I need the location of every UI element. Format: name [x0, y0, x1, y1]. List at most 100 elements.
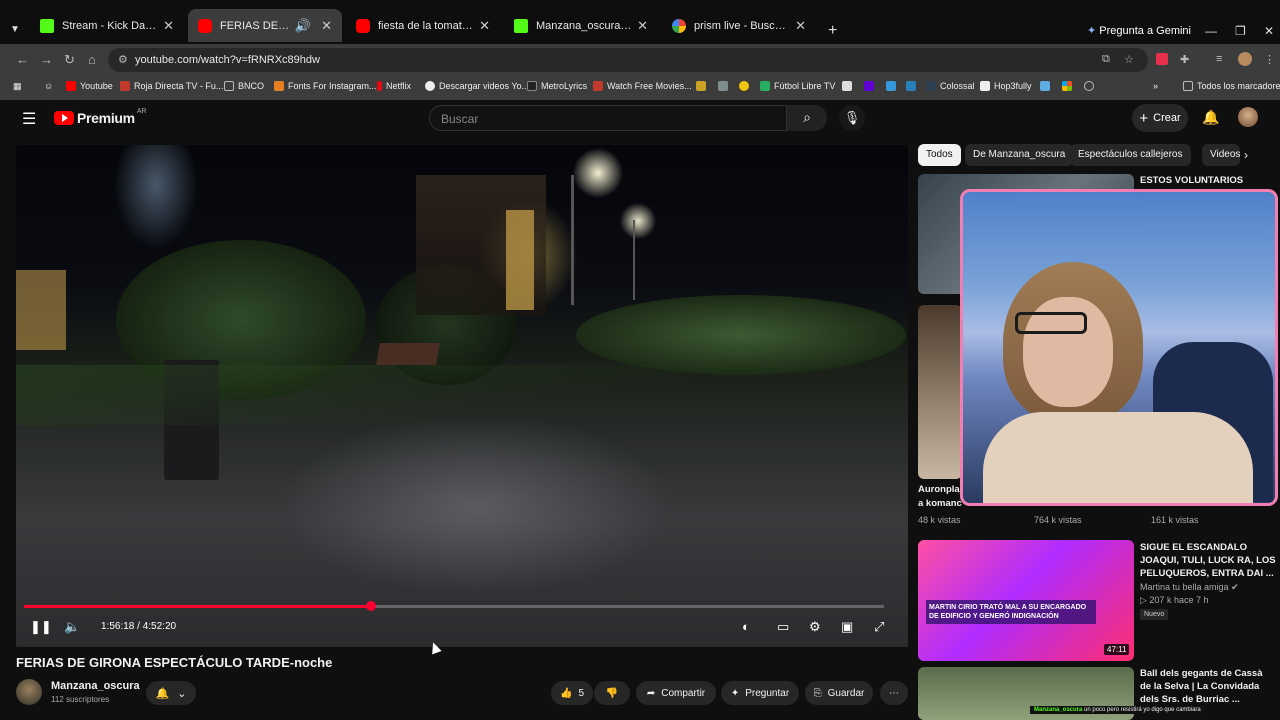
recommendation-title[interactable]: SIGUE EL ESCANDALO JOAQUI, TULI, LUCK RA… — [1140, 541, 1276, 580]
new-tab-button[interactable]: + — [828, 22, 837, 40]
fullscreen-icon[interactable]: ⤢ — [874, 619, 884, 635]
bookmark-colossal[interactable]: Colossal — [926, 81, 975, 91]
bookmark-misc-8[interactable] — [1084, 81, 1098, 91]
tab-search-chevron-icon[interactable]: ▼ — [10, 24, 20, 35]
yahoo-icon — [864, 81, 874, 91]
search-input[interactable]: Buscar — [429, 105, 787, 131]
url-field[interactable]: ⚙ youtube.com/watch?v=fRNRXc89hdw — [108, 48, 1148, 72]
speaker-icon[interactable]: 🔊 — [295, 18, 311, 34]
bookmark-star-icon[interactable]: ☆ — [1124, 53, 1134, 66]
bookmark-misc-1[interactable] — [696, 81, 710, 91]
channel-name[interactable]: Manzana_oscura — [51, 680, 140, 692]
browser-tab-kick-clips[interactable]: Manzana_oscura Clips - Watch ✕ — [504, 9, 658, 42]
bookmark-misc-7[interactable] — [1040, 81, 1054, 91]
browser-tab-tomatina[interactable]: fiesta de la tomatina - YouTube ✕ — [346, 9, 500, 42]
bookmark-yahoo[interactable] — [864, 81, 878, 91]
colossal-icon — [926, 81, 936, 91]
channel-avatar[interactable] — [16, 679, 42, 705]
bookmark-netflix[interactable]: Netflix — [377, 81, 411, 91]
bookmark-fonts[interactable]: Fonts For Instagram... — [274, 81, 377, 91]
close-tab-icon[interactable]: ✕ — [795, 18, 806, 34]
bookmark-misc-4[interactable] — [842, 81, 856, 91]
video-progress-bar[interactable] — [24, 601, 884, 611]
bookmark-futbol-libre[interactable]: Fútbol Libre TV — [760, 81, 835, 91]
extension-red-icon[interactable] — [1156, 53, 1168, 65]
volume-icon[interactable]: 🔈 — [64, 619, 80, 635]
bookmark-descargar[interactable]: Descargar videos Yo... — [425, 81, 529, 91]
more-actions-button[interactable]: ⋯ — [880, 681, 908, 705]
close-tab-icon[interactable]: ✕ — [637, 18, 648, 34]
menu-icon[interactable]: ☰ — [22, 109, 36, 129]
youtube-logo[interactable]: Premium AR — [54, 107, 147, 126]
recommendation-title[interactable]: Auronpla — [918, 483, 962, 496]
back-icon[interactable]: ← — [16, 52, 29, 67]
bookmark-misc-6[interactable] — [906, 81, 920, 91]
apps-grid-icon[interactable]: ▦ — [13, 81, 22, 92]
share-button[interactable]: ➦ Compartir — [636, 681, 716, 705]
subscribed-notifications-button[interactable]: 🔔 ⌄ — [146, 681, 196, 705]
recommendation-title[interactable]: Ball dels gegants de Cassà de la Selva |… — [1140, 667, 1276, 706]
settings-gear-icon[interactable]: ⚙ — [809, 619, 821, 635]
close-tab-icon[interactable]: ✕ — [321, 18, 332, 34]
minimize-icon[interactable]: — — [1205, 24, 1217, 38]
more-bookmarks-icon[interactable]: » — [1153, 81, 1158, 91]
subtitles-icon[interactable]: ▭ — [777, 619, 789, 635]
browser-tab-kick-dashboard[interactable]: Stream - Kick Dashboard ✕ — [30, 9, 184, 42]
video-player[interactable] — [16, 145, 908, 647]
browser-menu-icon[interactable]: ⋮ — [1264, 53, 1275, 66]
bookmark-misc-3[interactable] — [739, 81, 753, 91]
bookmark-misc-5[interactable] — [886, 81, 900, 91]
bookmark-misc-2[interactable] — [718, 81, 732, 91]
bookmark-bnco[interactable]: BNCO — [224, 81, 264, 91]
bookmark-youtube[interactable]: Youtube — [66, 81, 113, 91]
voice-search-button[interactable]: 🎙 — [839, 105, 865, 131]
pause-icon[interactable]: ❚❚ — [30, 619, 52, 635]
like-button[interactable]: 👍 5 — [551, 681, 593, 705]
chevron-right-icon[interactable]: › — [1244, 148, 1248, 162]
notifications-bell-icon[interactable]: 🔔 — [1202, 109, 1219, 126]
chip-todos[interactable]: Todos — [918, 144, 961, 166]
maximize-icon[interactable]: ❐ — [1235, 24, 1246, 38]
browser-tab-ferias-girona[interactable]: FERIAS DE GIRONA ESPECTÁ 🔊 ✕ — [188, 9, 342, 42]
chip-espectaculos[interactable]: Espectáculos callejeros — [1070, 144, 1191, 166]
recommendation-thumbnail[interactable] — [918, 305, 962, 479]
browser-tab-google[interactable]: prism live - Buscar con Google ✕ — [662, 9, 816, 42]
bookmark-microsoft[interactable] — [1062, 81, 1076, 91]
reload-icon[interactable]: ↻ — [64, 52, 75, 68]
bookmark-roja-directa[interactable]: Roja Directa TV - Fu... — [120, 81, 223, 91]
close-window-icon[interactable]: ✕ — [1264, 24, 1274, 38]
recommendation-title[interactable]: a komanc — [918, 497, 962, 510]
close-tab-icon[interactable]: ✕ — [479, 18, 490, 34]
install-icon[interactable]: ⧉ — [1102, 53, 1110, 66]
theater-mode-icon[interactable]: ▣ — [841, 619, 853, 635]
user-avatar[interactable] — [1238, 107, 1258, 127]
autoplay-toggle-icon[interactable]: ◐ — [742, 619, 750, 634]
chip-videos[interactable]: Videos — [1202, 144, 1240, 166]
bookmark-watch-movies[interactable]: Watch Free Movies... — [593, 81, 692, 91]
bookmark-metrolyrics[interactable]: MetroLyrics — [527, 81, 587, 91]
bookmark-hop3fully[interactable]: Hop3fully — [980, 81, 1032, 91]
search-button[interactable]: ⌕ — [787, 105, 827, 131]
create-button[interactable]: + Crear — [1132, 104, 1188, 132]
gemini-button[interactable]: ✦ Pregunta a Gemini — [1087, 24, 1191, 37]
video-time: 1:56:18 / 4:52:20 — [101, 621, 177, 632]
recommendation-title[interactable]: ESTOS VOLUNTARIOS — [1140, 174, 1270, 187]
chip-de-manzana[interactable]: De Manzana_oscura — [965, 144, 1074, 166]
site-info-icon[interactable]: ⚙ — [118, 53, 128, 66]
view-count: 48 k vistas — [918, 515, 961, 525]
recommendation-thumbnail[interactable]: MARTIN CIRIO TRATÓ MAL A SU ENCARGADO DE… — [918, 540, 1134, 661]
home-icon[interactable]: ⌂ — [88, 52, 96, 67]
forward-icon[interactable]: → — [40, 52, 53, 67]
emoji-bookmark-icon[interactable]: ☺ — [44, 81, 53, 91]
media-icon[interactable]: ≡ — [1216, 53, 1222, 65]
profile-avatar-icon[interactable] — [1238, 52, 1252, 66]
country-code: AR — [136, 107, 147, 115]
all-bookmarks[interactable]: Todos los marcadores — [1183, 81, 1280, 91]
recommendation-channel[interactable]: Martina tu bella amiga ✔ — [1140, 582, 1239, 593]
bookmark-icon — [842, 81, 852, 91]
ask-button[interactable]: ✦ Preguntar — [721, 681, 799, 705]
extensions-puzzle-icon[interactable]: ✚ — [1180, 53, 1189, 66]
close-tab-icon[interactable]: ✕ — [163, 18, 174, 34]
save-button[interactable]: ⎘ Guardar — [805, 681, 873, 705]
dislike-button[interactable]: 👎 — [594, 681, 630, 705]
